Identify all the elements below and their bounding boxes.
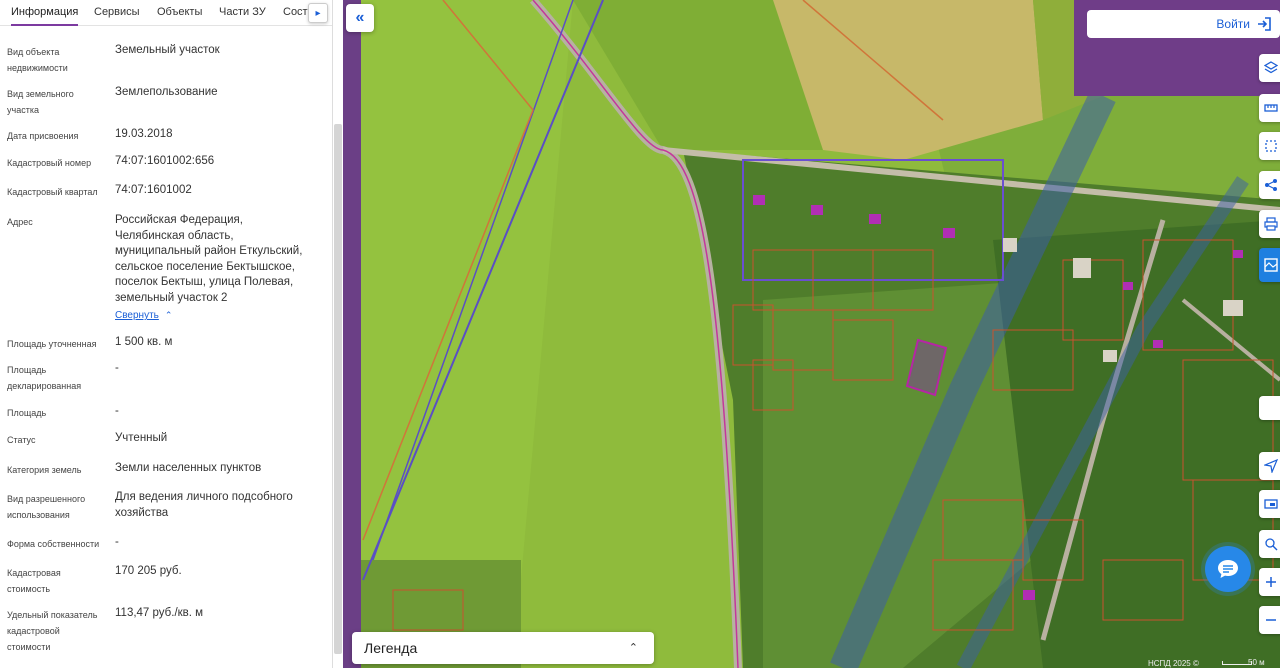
panel-scrollbar[interactable] [334,124,342,654]
tab-parts[interactable]: Части ЗУ [219,0,266,26]
tab-info[interactable]: Информация [11,0,79,26]
field-value: Российская Федерация, Челябинская област… [115,214,303,304]
field-value[interactable]: 74:07:1601002 [115,183,315,199]
layers-button[interactable] [1259,54,1280,82]
map-mode-button[interactable] [1259,248,1280,282]
field-value: - [115,405,119,417]
field-value[interactable]: 74:07:1601002:656 [115,154,315,170]
field-value: 19.03.2018 [115,128,173,140]
field-label: Площадь [7,408,47,418]
field-label: Удельный показатель кадастровой стоимост… [7,610,98,652]
expand-arrows-icon: ⌃ [628,642,638,654]
field-value: 113,47 руб./кв. м [115,607,204,619]
map-icon [1264,258,1278,272]
field-value: 170 205 руб. [115,565,182,577]
field-label: Кадастровый номер [7,158,92,168]
tab-bar: Информация Сервисы Объекты Части ЗУ Сост… [0,0,332,26]
field-value: Учтенный [115,432,168,444]
ruler-icon [1264,104,1278,112]
field-label: Категория земель [7,465,82,475]
field-value: - [115,536,119,548]
chat-button[interactable] [1205,546,1251,592]
chevron-up-icon: ⌃ [164,310,173,320]
map-attribution: НСПД 2025 © [1148,659,1199,668]
share-button[interactable] [1259,171,1280,199]
field-value: Земли населенных пунктов [115,462,262,474]
login-button[interactable]: Войти [1087,10,1280,38]
login-icon [1258,17,1271,31]
field-label: Форма собственности [7,539,100,549]
locate-button[interactable] [1259,452,1280,480]
search-map-button[interactable] [1259,530,1280,558]
minus-icon [1266,619,1276,621]
zoom-out-button[interactable] [1259,606,1280,634]
map-view[interactable] [343,0,1280,668]
print-icon [1264,217,1278,231]
field-value: Для ведения личного подсобного хозяйства [115,491,293,519]
screen-icon [1264,499,1278,509]
satellite-imagery [343,0,1280,668]
info-panel: Информация Сервисы Объекты Части ЗУ Сост… [0,0,333,668]
map-tool-extra[interactable] [1259,396,1280,420]
legend-toggle[interactable]: Легенда ⌃ [352,632,654,664]
tab-services[interactable]: Сервисы [94,0,140,26]
collapse-link[interactable]: Свернуть ⌃ [115,310,172,321]
field-label: Площадь уточненная [7,339,97,349]
select-area-button[interactable] [1259,132,1280,160]
search-icon [1265,538,1278,551]
field-label: Вид разрешенного использования [7,494,86,520]
field-value: 1 500 кв. м [115,336,173,348]
field-label: Кадастровая стоимость [7,568,61,594]
field-label: Адрес [7,217,33,227]
chevron-right-icon[interactable]: ▸ [308,3,328,23]
field-value: Землепользование [115,86,218,98]
field-label: Вид земельного участка [7,89,74,115]
print-button[interactable] [1259,210,1280,238]
collapse-label: Свернуть [115,310,159,321]
plus-icon [1266,577,1276,587]
collapse-panel-button[interactable]: « [346,4,374,32]
scale-label: 50 м [1248,658,1265,667]
measure-button[interactable] [1259,94,1280,122]
area-select-icon [1265,140,1277,152]
field-label: Кадастровый квартал [7,187,98,197]
field-label: Площадь декларированная [7,365,82,391]
view-mode-button[interactable] [1259,490,1280,518]
layers-icon [1264,61,1278,74]
field-value: - [115,362,119,374]
login-label: Войти [1216,17,1250,31]
zoom-in-button[interactable] [1259,568,1280,596]
field-label: Вид объекта недвижимости [7,47,68,73]
share-icon [1265,179,1277,191]
navigation-arrow-icon [1264,459,1278,473]
chat-icon [1218,560,1238,578]
field-value: Земельный участок [115,44,220,56]
field-label: Дата присвоения [7,131,79,141]
legend-label: Легенда [364,640,418,656]
tab-objects[interactable]: Объекты [157,0,202,26]
field-label: Статус [7,435,36,445]
